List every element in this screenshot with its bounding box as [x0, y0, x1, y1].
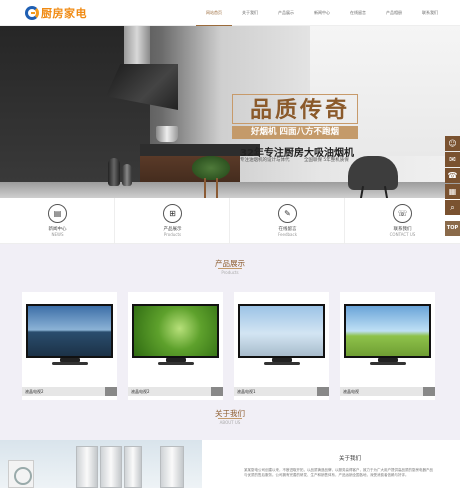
nav-item-home[interactable]: 网站首页 — [196, 0, 232, 26]
quick-link-en: Products — [163, 232, 182, 237]
products-section: 产品展示 Products 液晶电视2 液晶电视2 液晶电视1 液晶电视 — [0, 244, 460, 400]
quick-link-contact[interactable]: ☏ 联系我们 CONTACT US — [345, 198, 460, 244]
wechat-icon[interactable]: ✉ — [445, 152, 460, 167]
product-image — [344, 304, 431, 358]
product-name[interactable]: 液晶电视2 — [128, 387, 223, 396]
product-image — [26, 304, 113, 358]
quick-link-en: NEWS — [51, 232, 64, 237]
about-section-header: 关于我们 ABOUT US — [0, 400, 460, 440]
potted-plant — [192, 156, 230, 180]
banner-feature-a-sub: 专注油烟机的设计与体代 — [240, 158, 290, 163]
range-hood-chimney — [124, 26, 150, 66]
site-logo[interactable]: 厨房家电 — [25, 6, 87, 20]
product-card[interactable]: 液晶电视2 — [128, 292, 223, 400]
product-cards: 液晶电视2 液晶电视2 液晶电视1 液晶电视 — [22, 292, 435, 400]
quick-link-feedback[interactable]: ✎ 在线留言 Feedback — [230, 198, 345, 244]
site-header: 厨房家电 网站首页 关于我们 产品展示 新闻中心 在线留言 产品相册 联系我们 — [0, 0, 460, 26]
edit-icon: ✎ — [278, 204, 297, 223]
quick-link-products[interactable]: ⊞ 产品展示 Products — [115, 198, 230, 244]
tv-foot — [158, 362, 194, 365]
quick-link-news[interactable]: ▤ 新闻中心 NEWS — [0, 198, 115, 244]
nav-item-feedback[interactable]: 在线留言 — [340, 0, 376, 26]
tv-foot — [370, 362, 406, 365]
about-image — [0, 440, 202, 488]
product-image — [132, 304, 219, 358]
fridge — [100, 446, 122, 488]
product-card[interactable]: 液晶电视1 — [234, 292, 329, 400]
about-title-en: ABOUT US — [219, 420, 241, 425]
product-name[interactable]: 液晶电视1 — [234, 387, 329, 396]
product-name[interactable]: 液晶电视2 — [22, 387, 117, 396]
washing-machine — [8, 460, 34, 488]
tv-foot — [264, 362, 300, 365]
nav-item-news[interactable]: 新闻中心 — [304, 0, 340, 26]
product-card[interactable]: 液晶电视2 — [22, 292, 117, 400]
title-divider — [218, 418, 242, 419]
cooking-pot — [156, 126, 178, 142]
news-icon: ▤ — [48, 204, 67, 223]
lounge-chair — [348, 156, 398, 190]
hero-banner[interactable]: 品质传奇 好烟机 四面八方不跑烟 32年专注厨房 专注油烟机的设计与体代 大吸油… — [0, 26, 460, 198]
title-divider — [218, 268, 242, 269]
banner-feature-b-sub: 全国联保 5年整机质保 — [304, 158, 349, 163]
about-section: 关于我们 某某厨电公司创建以来，不断进取开拓，以品质铸造品牌，以服务赢得客户，致… — [0, 440, 460, 488]
about-text: 某某厨电公司创建以来，不断进取开拓，以品质铸造品牌，以服务赢得客户，致力于为广大… — [244, 468, 433, 477]
product-card[interactable]: 液晶电视 — [340, 292, 435, 400]
logo-icon — [25, 6, 39, 20]
vase — [108, 158, 120, 186]
banner-slogan: 品质传奇 — [250, 98, 351, 123]
product-name[interactable]: 液晶电视 — [340, 387, 435, 396]
plant-stand — [204, 178, 218, 198]
logo-text: 厨房家电 — [41, 7, 87, 20]
fridge — [76, 446, 98, 488]
qq-icon[interactable]: ☺ — [445, 136, 460, 151]
phone-icon: ☏ — [393, 204, 412, 223]
quick-links: ▤ 新闻中心 NEWS ⊞ 产品展示 Products ✎ 在线留言 Feedb… — [0, 198, 460, 244]
main-nav: 网站首页 关于我们 产品展示 新闻中心 在线留言 产品相册 联系我们 — [196, 0, 448, 26]
nav-item-contact[interactable]: 联系我们 — [412, 0, 448, 26]
tv-foot — [52, 362, 88, 365]
phone-icon[interactable]: ☎ — [445, 168, 460, 183]
nav-item-album[interactable]: 产品相册 — [376, 0, 412, 26]
fridge — [160, 446, 184, 488]
nav-item-products[interactable]: 产品展示 — [268, 0, 304, 26]
vase — [122, 164, 132, 186]
quick-link-en: CONTACT US — [389, 232, 416, 237]
product-image — [238, 304, 325, 358]
products-title-en: Products — [221, 270, 239, 275]
about-panel-title: 关于我们 — [338, 456, 361, 462]
quick-link-en: Feedback — [277, 232, 298, 237]
nav-item-about[interactable]: 关于我们 — [232, 0, 268, 26]
grid-icon: ⊞ — [163, 204, 182, 223]
qrcode-icon[interactable]: ▦ — [445, 184, 460, 199]
banner-sub-slogan: 好烟机 四面八方不跑烟 — [232, 126, 358, 139]
fridge — [124, 446, 142, 488]
